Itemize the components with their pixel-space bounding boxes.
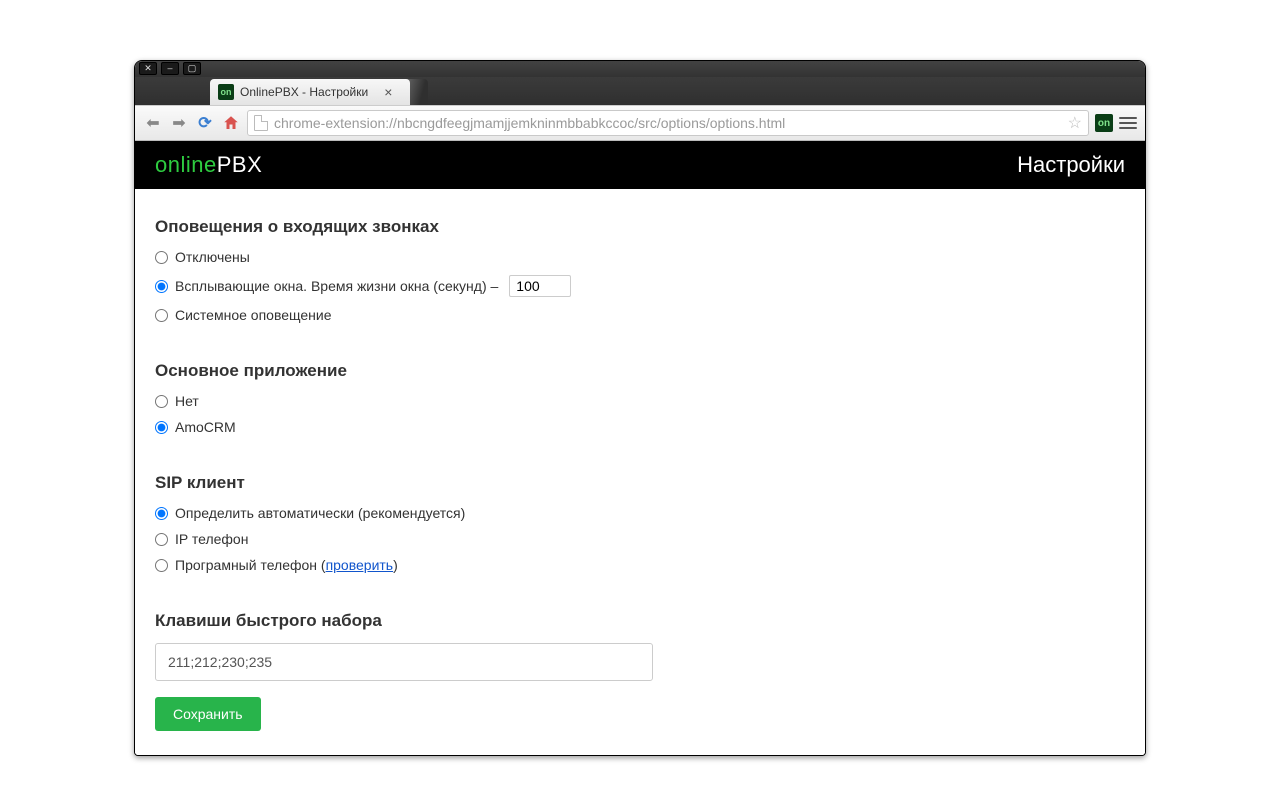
os-titlebar: ✕ – ▢ — [135, 61, 1145, 77]
radio-sip-softphone[interactable]: Програмный телефон (проверить) — [155, 557, 1125, 573]
brand-logo: onlinePBX — [155, 152, 262, 178]
radio-input-mainapp-amocrm[interactable] — [155, 421, 168, 434]
radio-input-notif-popup[interactable] — [155, 280, 168, 293]
tab-close-icon[interactable]: × — [384, 85, 392, 99]
page-icon — [254, 115, 268, 131]
bookmark-star-icon[interactable]: ☆ — [1068, 113, 1082, 133]
tab-favicon: on — [218, 84, 234, 100]
section-title-sip: SIP клиент — [155, 473, 1125, 493]
nav-back-icon[interactable]: ⬅ — [143, 113, 163, 133]
radio-input-mainapp-none[interactable] — [155, 395, 168, 408]
brand-online: online — [155, 152, 217, 177]
browser-window: ✕ – ▢ on OnlinePBX - Настройки × ⬅ ➡ ⟳ c… — [134, 60, 1146, 756]
radio-label: AmoCRM — [175, 419, 236, 435]
section-title-mainapp: Основное приложение — [155, 361, 1125, 381]
extension-icon[interactable]: on — [1095, 114, 1113, 132]
settings-form: Оповещения о входящих звонках Отключены … — [135, 189, 1145, 755]
radio-notif-system[interactable]: Системное оповещение — [155, 307, 1125, 323]
window-maximize-button[interactable]: ▢ — [183, 62, 201, 75]
radio-input-sip-ipphone[interactable] — [155, 533, 168, 546]
nav-forward-icon[interactable]: ➡ — [169, 113, 189, 133]
radio-input-sip-softphone[interactable] — [155, 559, 168, 572]
browser-toolbar: ⬅ ➡ ⟳ chrome-extension://nbcngdfeegjmamj… — [135, 105, 1145, 141]
radio-input-notif-disabled[interactable] — [155, 251, 168, 264]
tab-title: OnlinePBX - Настройки — [240, 85, 368, 99]
section-title-speeddial: Клавиши быстрого набора — [155, 611, 1125, 631]
nav-home-icon[interactable] — [221, 113, 241, 133]
url-text: chrome-extension://nbcngdfeegjmamjjemkni… — [274, 115, 1062, 131]
radio-label: Нет — [175, 393, 199, 409]
radio-label: Системное оповещение — [175, 307, 332, 323]
radio-sip-auto[interactable]: Определить автоматически (рекомендуется) — [155, 505, 1125, 521]
radio-sip-ipphone[interactable]: IP телефон — [155, 531, 1125, 547]
address-bar[interactable]: chrome-extension://nbcngdfeegjmamjjemkni… — [247, 110, 1089, 136]
save-button[interactable]: Сохранить — [155, 697, 261, 731]
radio-mainapp-amocrm[interactable]: AmoCRM — [155, 419, 1125, 435]
radio-input-sip-auto[interactable] — [155, 507, 168, 520]
radio-notif-disabled[interactable]: Отключены — [155, 249, 1125, 265]
softphone-suffix: ) — [393, 557, 398, 573]
section-title-notifications: Оповещения о входящих звонках — [155, 217, 1125, 237]
popup-seconds-input[interactable] — [509, 275, 571, 297]
softphone-prefix: Програмный телефон ( — [175, 557, 326, 573]
menu-hamburger-icon[interactable] — [1119, 117, 1137, 129]
window-minimize-button[interactable]: – — [161, 62, 179, 75]
page-title: Настройки — [1017, 152, 1125, 178]
page-header: onlinePBX Настройки — [135, 141, 1145, 189]
radio-notif-popup[interactable]: Всплывающие окна. Время жизни окна (секу… — [155, 275, 1125, 297]
sip-check-link[interactable]: проверить — [326, 557, 394, 573]
radio-label: Всплывающие окна. Время жизни окна (секу… — [175, 278, 498, 294]
nav-reload-icon[interactable]: ⟳ — [195, 113, 215, 133]
radio-label: Програмный телефон (проверить) — [175, 557, 398, 573]
page: onlinePBX Настройки Оповещения о входящи… — [135, 141, 1145, 755]
radio-label: Определить автоматически (рекомендуется) — [175, 505, 465, 521]
browser-tab[interactable]: on OnlinePBX - Настройки × — [210, 79, 410, 105]
radio-input-notif-system[interactable] — [155, 309, 168, 322]
browser-tabstrip: on OnlinePBX - Настройки × — [135, 77, 1145, 105]
radio-label: IP телефон — [175, 531, 248, 547]
radio-label: Отключены — [175, 249, 250, 265]
speeddial-input[interactable] — [155, 643, 653, 681]
window-close-button[interactable]: ✕ — [139, 62, 157, 75]
brand-pbx: PBX — [217, 152, 263, 177]
radio-mainapp-none[interactable]: Нет — [155, 393, 1125, 409]
